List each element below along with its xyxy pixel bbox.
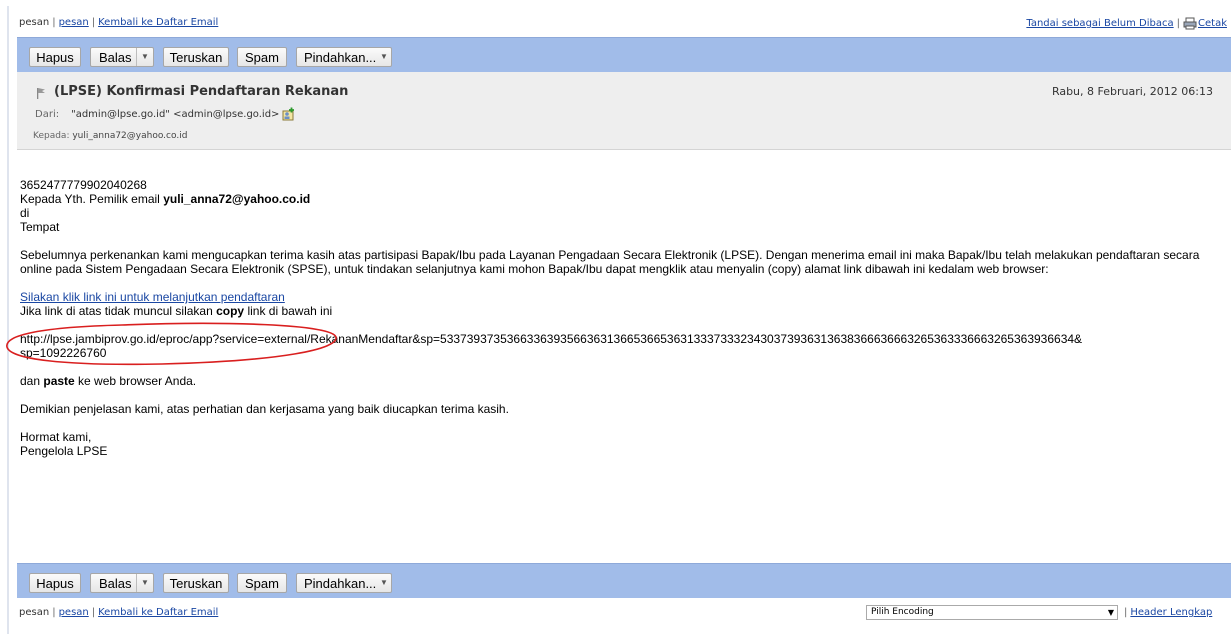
back-to-inbox-link[interactable]: Kembali ke Daftar Email xyxy=(98,607,218,618)
reply-button[interactable]: Balas ▼ xyxy=(90,573,154,593)
delete-label: Hapus xyxy=(36,50,74,65)
forward-label: Teruskan xyxy=(169,50,223,65)
nav-link-pesan[interactable]: pesan xyxy=(59,607,89,618)
forward-label: Teruskan xyxy=(169,576,223,591)
encoding-separator: | xyxy=(1124,607,1128,618)
greeting: Kepada Yth. Pemilik email yuli_anna72@ya… xyxy=(20,192,1218,206)
intro-paragraph: Sebelumnya perkenankan kami mengucapkan … xyxy=(20,248,1200,276)
closing-text: Demikian penjelasan kami, atas perhatian… xyxy=(20,402,509,416)
nav-item-pesan: pesan xyxy=(19,607,50,618)
nav-separator: | xyxy=(91,607,96,618)
bottom-nav: pesan | pesan | Kembali ke Daftar Email xyxy=(19,607,218,618)
printer-icon[interactable] xyxy=(1183,17,1197,30)
print-link[interactable]: Cetak xyxy=(1198,18,1227,29)
fallback-suffix: link di bawah ini xyxy=(244,304,333,318)
reference-number: 3652477779902040268 xyxy=(20,178,147,192)
message-toolbar-top: Hapus Balas ▼ Teruskan Spam Pindahkan... ▼ xyxy=(17,37,1231,72)
message-actions: Tandai sebagai Belum Dibaca | Cetak xyxy=(1026,17,1227,30)
header-full-row: | Header Lengkap xyxy=(1124,607,1212,618)
chevron-down-icon[interactable]: ▼ xyxy=(377,48,391,66)
forward-button[interactable]: Teruskan xyxy=(163,573,229,593)
sender-address: "admin@lpse.go.id" <admin@lpse.go.id> xyxy=(71,109,280,120)
nav-separator: | xyxy=(52,17,56,28)
from-label: Dari: xyxy=(35,109,60,120)
spam-label: Spam xyxy=(245,50,279,65)
chevron-down-icon: ▼ xyxy=(1107,608,1114,617)
delete-button[interactable]: Hapus xyxy=(29,573,81,593)
forward-button[interactable]: Teruskan xyxy=(163,47,229,67)
registration-url-line2: sp=1092226760 xyxy=(20,346,107,360)
left-border xyxy=(7,6,9,634)
move-button[interactable]: Pindahkan... ▼ xyxy=(296,47,392,67)
greeting-tempat: Tempat xyxy=(20,220,60,234)
regards-text: Hormat kami, xyxy=(20,430,92,444)
to-label: Kepada: xyxy=(33,131,70,141)
to-row: Kepada: yuli_anna72@yahoo.co.id xyxy=(33,131,187,141)
email-date: Rabu, 8 Februari, 2012 06:13 xyxy=(1051,85,1213,98)
encoding-select[interactable]: Pilih Encoding ▼ xyxy=(866,605,1118,620)
chevron-down-icon[interactable]: ▼ xyxy=(136,574,153,592)
nav-separator: | xyxy=(52,607,56,618)
paste-bold: paste xyxy=(43,374,75,388)
encoding-selected: Pilih Encoding xyxy=(871,607,934,617)
nav-separator: | xyxy=(91,17,96,28)
reply-label: Balas xyxy=(99,50,132,65)
nav-item-pesan: pesan xyxy=(19,17,50,28)
spam-label: Spam xyxy=(245,576,279,591)
top-nav: pesan | pesan | Kembali ke Daftar Email xyxy=(19,17,218,28)
fallback-text: Jika link di atas tidak muncul silakan xyxy=(20,304,217,318)
recipient-address: yuli_anna72@yahoo.co.id xyxy=(72,131,188,141)
signature-text: Pengelola LPSE xyxy=(20,444,108,458)
flag-icon[interactable] xyxy=(36,84,46,99)
registration-url-line1: http://lpse.jambiprov.go.id/eproc/app?se… xyxy=(20,332,1083,346)
from-row: Dari: "admin@lpse.go.id" <admin@lpse.go.i… xyxy=(35,107,296,121)
move-label: Pindahkan... xyxy=(304,576,377,591)
delete-label: Hapus xyxy=(36,576,74,591)
add-contact-icon[interactable] xyxy=(281,107,296,121)
actions-separator: | xyxy=(1176,18,1181,29)
chevron-down-icon[interactable]: ▼ xyxy=(136,48,153,66)
back-to-inbox-link[interactable]: Kembali ke Daftar Email xyxy=(98,17,218,28)
reply-button[interactable]: Balas ▼ xyxy=(90,47,154,67)
spam-button[interactable]: Spam xyxy=(237,47,287,67)
message-toolbar-bottom: Hapus Balas ▼ Teruskan Spam Pindahkan... ▼ xyxy=(17,563,1231,598)
message-body: 3652477779902040268 Kepada Yth. Pemilik … xyxy=(20,178,1218,458)
move-button[interactable]: Pindahkan... ▼ xyxy=(296,573,392,593)
move-label: Pindahkan... xyxy=(304,50,377,65)
reply-label: Balas xyxy=(99,576,132,591)
email-subject: (LPSE) Konfirmasi Pendaftaran Rekanan xyxy=(54,84,349,99)
fallback-instruction: Jika link di atas tidak muncul silakan c… xyxy=(20,304,1218,318)
message-header: (LPSE) Konfirmasi Pendaftaran Rekanan Ra… xyxy=(17,72,1231,150)
paste-prefix: dan xyxy=(20,374,44,388)
greeting-di: di xyxy=(20,206,30,220)
greeting-email: yuli_anna72@yahoo.co.id xyxy=(163,192,311,206)
chevron-down-icon[interactable]: ▼ xyxy=(377,574,391,592)
nav-link-pesan[interactable]: pesan xyxy=(59,17,89,28)
full-header-link[interactable]: Header Lengkap xyxy=(1130,607,1212,618)
delete-button[interactable]: Hapus xyxy=(29,47,81,67)
mark-unread-link[interactable]: Tandai sebagai Belum Dibaca xyxy=(1026,18,1173,29)
continue-registration-link[interactable]: Silakan klik link ini untuk melanjutkan … xyxy=(20,290,285,304)
paste-instruction: dan paste ke web browser Anda. xyxy=(20,374,1218,388)
fallback-bold: copy xyxy=(216,304,245,318)
paste-suffix: ke web browser Anda. xyxy=(74,374,197,388)
spam-button[interactable]: Spam xyxy=(237,573,287,593)
greeting-text: Kepada Yth. Pemilik email xyxy=(20,192,164,206)
